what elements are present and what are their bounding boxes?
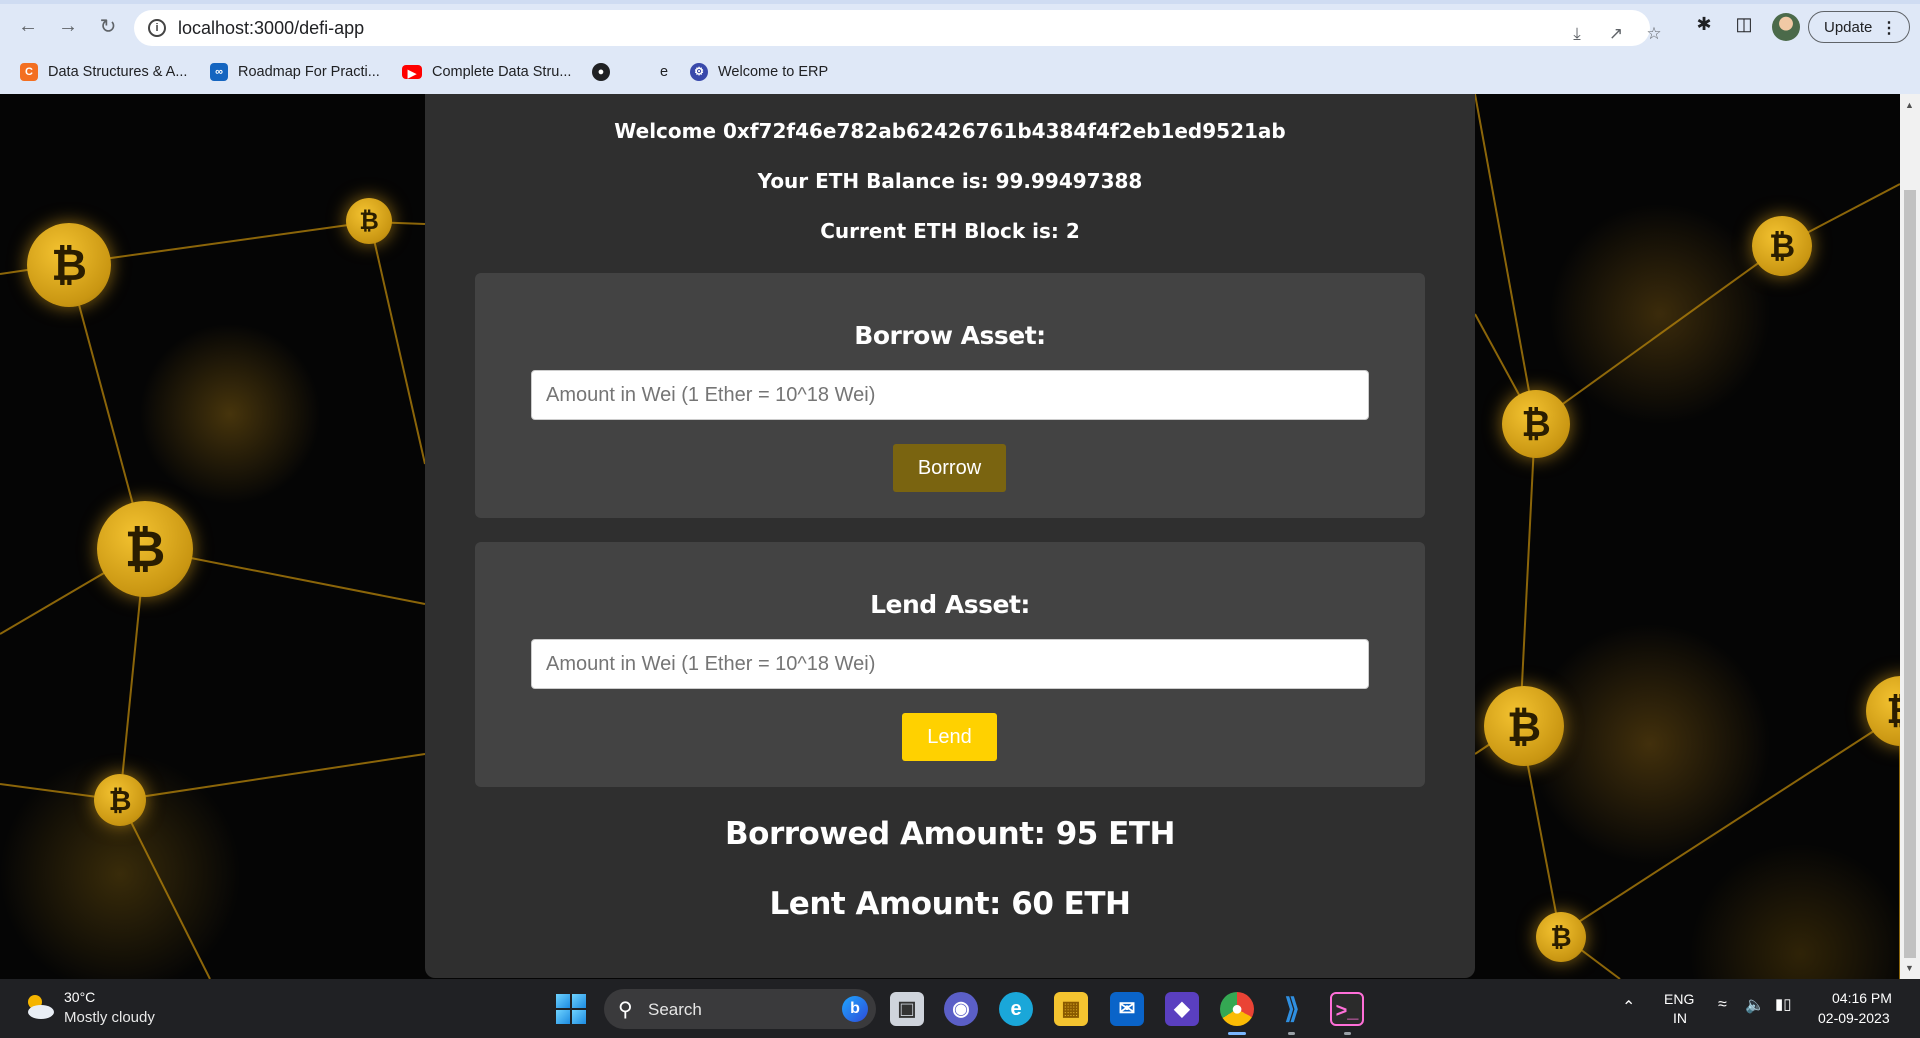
side-panel-icon[interactable]: ◫ — [1732, 14, 1756, 38]
running-app-indicator — [1344, 1032, 1351, 1035]
borrow-button[interactable]: Borrow — [893, 444, 1006, 492]
youtube-icon: ▶ — [402, 65, 422, 80]
eth-block: Current ETH Block is: 2 — [820, 219, 1080, 243]
clock-date[interactable]: 02-09-2023 — [1818, 1010, 1890, 1026]
infinity-icon: ∞ — [210, 63, 228, 81]
browser-chrome: ← → ↻ i localhost:3000/defi-app ⤓ ↗ ☆ ✱ … — [0, 0, 1920, 94]
bookmark-label: Roadmap For Practi... — [238, 64, 380, 80]
borrow-title: Borrow Asset: — [854, 321, 1046, 350]
bitcoin-coin-icon: ₿ — [94, 774, 146, 826]
battery-icon[interactable]: ▮▯ — [1775, 995, 1792, 1013]
bookmarks-bar: C Data Structures & A... ∞ Roadmap For P… — [0, 58, 1920, 84]
taskbar-search[interactable]: ⚲ Search b — [604, 989, 876, 1029]
language-top[interactable]: ENG — [1664, 991, 1694, 1007]
lend-title: Lend Asset: — [870, 590, 1030, 619]
windows-start-icon[interactable] — [556, 994, 586, 1024]
forward-arrow-icon[interactable]: → — [54, 12, 82, 40]
bookmark-label: Data Structures & A... — [48, 64, 188, 80]
bookmark-star-icon[interactable]: ☆ — [1643, 24, 1665, 46]
active-app-indicator — [1228, 1032, 1246, 1035]
install-app-icon[interactable]: ⤓ — [1566, 24, 1588, 46]
menu-dots-icon: ⋮ — [1881, 20, 1897, 37]
bookmark-item[interactable]: e — [660, 61, 668, 83]
bookmark-label: Complete Data Stru... — [432, 64, 572, 80]
reload-icon[interactable]: ↻ — [94, 12, 122, 40]
lent-amount: Lent Amount: 60 ETH — [769, 886, 1131, 922]
bitcoin-coin-icon: ₿ — [1752, 216, 1812, 276]
borrow-card: Borrow Asset: Borrow — [475, 273, 1425, 518]
chrome-browser-icon[interactable]: ● — [1220, 992, 1254, 1026]
vscode-icon[interactable]: ⟫ — [1275, 992, 1309, 1026]
lend-amount-input[interactable] — [531, 639, 1369, 689]
eth-balance: Your ETH Balance is: 99.99497388 — [757, 169, 1143, 193]
bookmark-item[interactable]: ∞ Roadmap For Practi... — [210, 61, 380, 83]
bitcoin-coin-icon: ₿ — [27, 223, 111, 307]
scroll-down-arrow-icon[interactable]: ▼ — [1905, 963, 1914, 973]
terminal-icon[interactable]: >_ — [1330, 992, 1364, 1026]
bookmark-label: e — [660, 64, 669, 80]
language-bottom[interactable]: IN — [1673, 1010, 1687, 1026]
bookmark-item[interactable]: ● — [592, 61, 620, 83]
search-label: Search — [648, 1000, 702, 1019]
copilot-icon[interactable]: ◆ — [1165, 992, 1199, 1026]
task-view-icon[interactable]: ▣ — [890, 992, 924, 1026]
mail-icon[interactable]: ✉ — [1110, 992, 1144, 1026]
profile-avatar[interactable] — [1772, 13, 1800, 41]
borrowed-amount: Borrowed Amount: 95 ETH — [725, 816, 1175, 852]
defi-app-panel: Welcome 0xf72f46e782ab62426761b4384f4f2e… — [425, 94, 1475, 978]
address-bar[interactable]: i localhost:3000/defi-app ⤓ ↗ ☆ — [134, 10, 1662, 46]
search-icon: ⚲ — [618, 999, 633, 1021]
bookmark-item[interactable]: C Data Structures & A... — [20, 61, 187, 83]
scroll-up-arrow-icon[interactable]: ▲ — [1905, 100, 1914, 110]
globe-icon: ● — [592, 63, 610, 81]
weather-temperature[interactable]: 30°C — [64, 989, 95, 1005]
taskbar: 30°C Mostly cloudy ⚲ Search b ▣ ◉ e ▦ ✉ … — [0, 979, 1920, 1038]
page-scrollbar[interactable]: ▲ ▼ — [1900, 94, 1920, 979]
extensions-puzzle-icon[interactable]: ✱ — [1692, 14, 1716, 38]
share-icon[interactable]: ↗ — [1605, 24, 1627, 46]
scrollbar-thumb[interactable] — [1904, 190, 1916, 958]
welcome-address: Welcome 0xf72f46e782ab62426761b4384f4f2e… — [614, 119, 1286, 143]
bookmark-item[interactable]: ⚙ Welcome to ERP — [690, 61, 828, 83]
update-button-label: Update — [1824, 19, 1873, 36]
edge-browser-icon[interactable]: e — [999, 992, 1033, 1026]
lend-card: Lend Asset: Lend — [475, 542, 1425, 787]
bookmark-item[interactable]: ▶ Complete Data Stru... — [402, 61, 571, 83]
bing-icon[interactable]: b — [842, 996, 868, 1022]
bookmark-label: Welcome to ERP — [718, 64, 829, 80]
volume-icon[interactable]: 🔈 — [1745, 995, 1765, 1015]
borrow-amount-input[interactable] — [531, 370, 1369, 420]
bitcoin-coin-icon: ₿ — [346, 198, 392, 244]
bitcoin-coin-icon: ₿ — [1536, 912, 1586, 962]
lend-button[interactable]: Lend — [902, 713, 997, 761]
erp-icon: ⚙ — [690, 63, 708, 81]
running-app-indicator — [1288, 1032, 1295, 1035]
show-hidden-icons-chevron-icon[interactable]: ⌃ — [1622, 997, 1635, 1017]
cloudy-weather-icon[interactable] — [22, 991, 56, 1021]
site-info-icon[interactable]: i — [148, 19, 166, 37]
tab-strip-edge — [0, 0, 1920, 4]
update-button[interactable]: Update ⋮ — [1808, 11, 1910, 43]
weather-description[interactable]: Mostly cloudy — [64, 1009, 155, 1026]
chat-icon[interactable]: ◉ — [944, 992, 978, 1026]
wifi-icon[interactable]: ≈ — [1718, 996, 1727, 1014]
url-text[interactable]: localhost:3000/defi-app — [178, 18, 364, 39]
bitcoin-coin-icon: ₿ — [1484, 686, 1564, 766]
bitcoin-coin-icon: ₿ — [97, 501, 193, 597]
clock-time[interactable]: 04:16 PM — [1832, 990, 1892, 1006]
bitcoin-coin-icon: ₿ — [1502, 390, 1570, 458]
file-explorer-icon[interactable]: ▦ — [1054, 992, 1088, 1026]
back-arrow-icon[interactable]: ← — [14, 12, 42, 40]
codechef-icon: C — [20, 63, 38, 81]
